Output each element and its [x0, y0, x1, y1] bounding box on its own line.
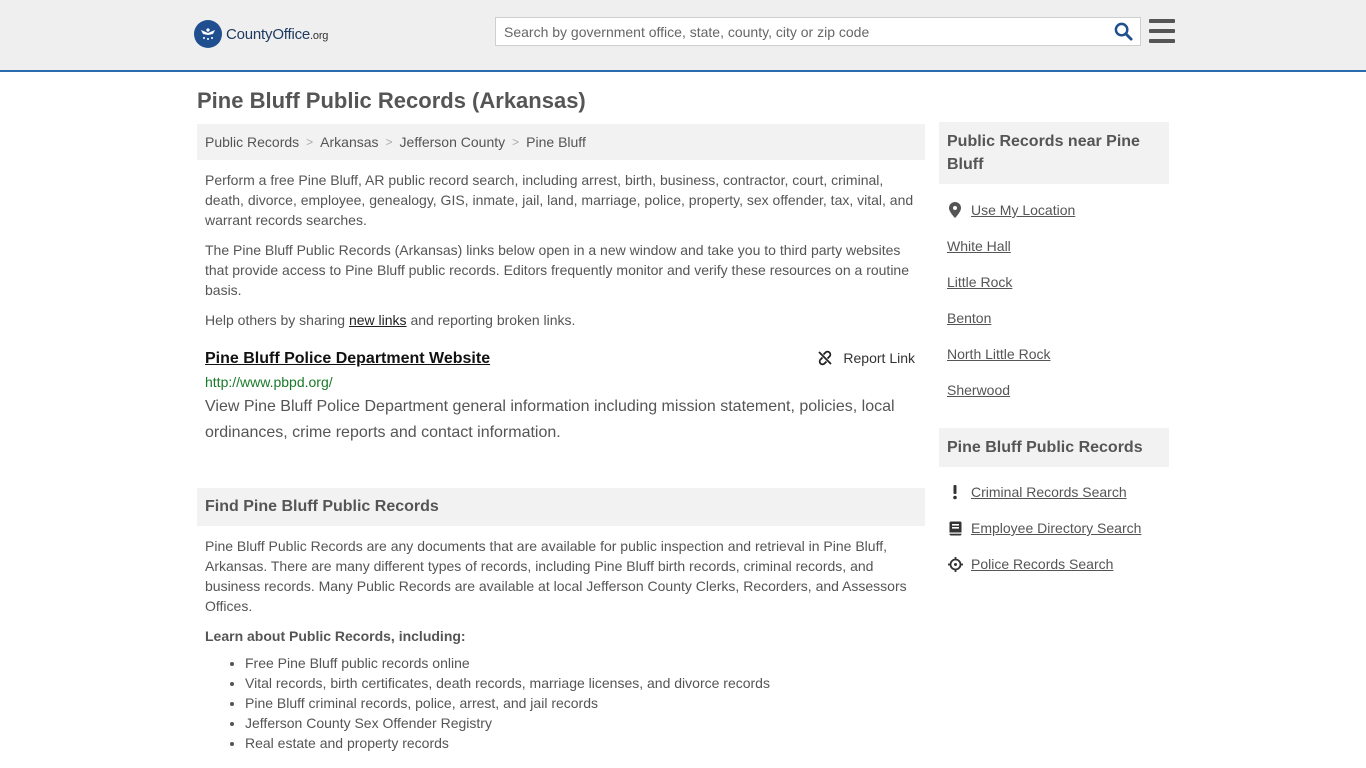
near-city-item: North Little Rock [947, 336, 1169, 372]
learn-heading: Learn about Public Records, including: [205, 628, 466, 644]
record-link-description: View Pine Bluff Police Department genera… [205, 398, 895, 441]
share-text-after: and reporting broken links. [406, 312, 576, 328]
near-records-heading: Public Records near Pine Bluff [939, 122, 1169, 184]
chevron-right-icon: > [512, 135, 520, 149]
near-city-item: Little Rock [947, 264, 1169, 300]
chevron-right-icon: > [306, 135, 314, 149]
record-link-url: http://www.pbpd.org/ [205, 374, 333, 390]
breadcrumb: Public Records > Arkansas > Jefferson Co… [197, 124, 925, 160]
use-my-location-link[interactable]: Use My Location [971, 202, 1075, 218]
list-item: Vital records, birth certificates, death… [245, 673, 925, 693]
map-pin-icon [947, 202, 963, 218]
use-location-item: Use My Location [947, 192, 1169, 228]
breadcrumb-pine-bluff[interactable]: Pine Bluff [526, 134, 586, 150]
record-link-title[interactable]: Pine Bluff Police Department Website [205, 350, 490, 368]
breadcrumb-arkansas[interactable]: Arkansas [320, 134, 378, 150]
book-icon [947, 521, 963, 536]
employee-directory-search-link[interactable]: Employee Directory Search [971, 520, 1141, 536]
logo-wordmark: CountyOffice.org [226, 26, 328, 43]
near-records-list: Use My Location White Hall Little Rock B… [939, 192, 1169, 408]
chevron-right-icon: > [385, 135, 393, 149]
share-text-before: Help others by sharing [205, 312, 349, 328]
near-city-link-little-rock[interactable]: Little Rock [947, 274, 1012, 290]
site-header: CountyOffice.org [0, 0, 1366, 72]
city-records-list: Criminal Records Search Employee Directo… [939, 474, 1169, 582]
police-records-search-link[interactable]: Police Records Search [971, 556, 1113, 572]
page-title: Pine Bluff Public Records (Arkansas) [197, 88, 586, 113]
disclaimer-paragraph: The Pine Bluff Public Records (Arkansas)… [205, 242, 909, 298]
exclamation-icon [947, 484, 963, 500]
find-records-paragraph: Pine Bluff Public Records are any docume… [205, 538, 907, 614]
city-records-heading: Pine Bluff Public Records [939, 428, 1169, 467]
new-links-link[interactable]: new links [349, 312, 407, 328]
report-link-button[interactable]: Report Link [817, 350, 915, 366]
criminal-records-search-link[interactable]: Criminal Records Search [971, 484, 1127, 500]
list-item: Real estate and property records [245, 733, 925, 753]
records-item: Police Records Search [947, 546, 1169, 582]
search-icon [1114, 22, 1133, 41]
breadcrumb-public-records[interactable]: Public Records [205, 134, 299, 150]
near-city-item: White Hall [947, 228, 1169, 264]
site-logo[interactable]: CountyOffice.org [194, 20, 328, 48]
learn-list: Free Pine Bluff public records online Vi… [197, 653, 925, 753]
find-records-heading: Find Pine Bluff Public Records [197, 488, 925, 526]
records-item: Employee Directory Search [947, 510, 1169, 546]
search-input[interactable] [496, 18, 1106, 45]
list-item: Free Pine Bluff public records online [245, 653, 925, 673]
search-button[interactable] [1106, 18, 1140, 45]
near-city-link-benton[interactable]: Benton [947, 310, 991, 326]
list-item: Pine Bluff criminal records, police, arr… [245, 693, 925, 713]
logo-tld-text: .org [310, 29, 329, 42]
sidebar-near: Public Records near Pine Bluff Use My Lo… [939, 122, 1169, 408]
near-city-link-north-little-rock[interactable]: North Little Rock [947, 346, 1050, 362]
seal-icon [194, 20, 222, 48]
main-content: Public Records > Arkansas > Jefferson Co… [197, 124, 925, 753]
search-bar [495, 17, 1141, 46]
hamburger-menu-icon[interactable] [1149, 19, 1175, 43]
records-item: Criminal Records Search [947, 474, 1169, 510]
record-link-card: Pine Bluff Police Department Website Rep… [197, 350, 925, 446]
near-city-link-sherwood[interactable]: Sherwood [947, 382, 1010, 398]
near-city-item: Sherwood [947, 372, 1169, 408]
breadcrumb-jefferson-county[interactable]: Jefferson County [400, 134, 506, 150]
near-city-item: Benton [947, 300, 1169, 336]
list-item: Jefferson County Sex Offender Registry [245, 713, 925, 733]
sidebar-records: Pine Bluff Public Records Criminal Recor… [939, 428, 1169, 582]
crosshair-icon [947, 556, 963, 572]
report-link-label: Report Link [843, 350, 915, 366]
logo-main-text: CountyOffice [226, 25, 311, 43]
share-paragraph: Help others by sharing new links and rep… [197, 310, 925, 330]
near-city-link-white-hall[interactable]: White Hall [947, 238, 1011, 254]
broken-link-icon [818, 350, 833, 366]
intro-paragraph: Perform a free Pine Bluff, AR public rec… [205, 172, 914, 228]
